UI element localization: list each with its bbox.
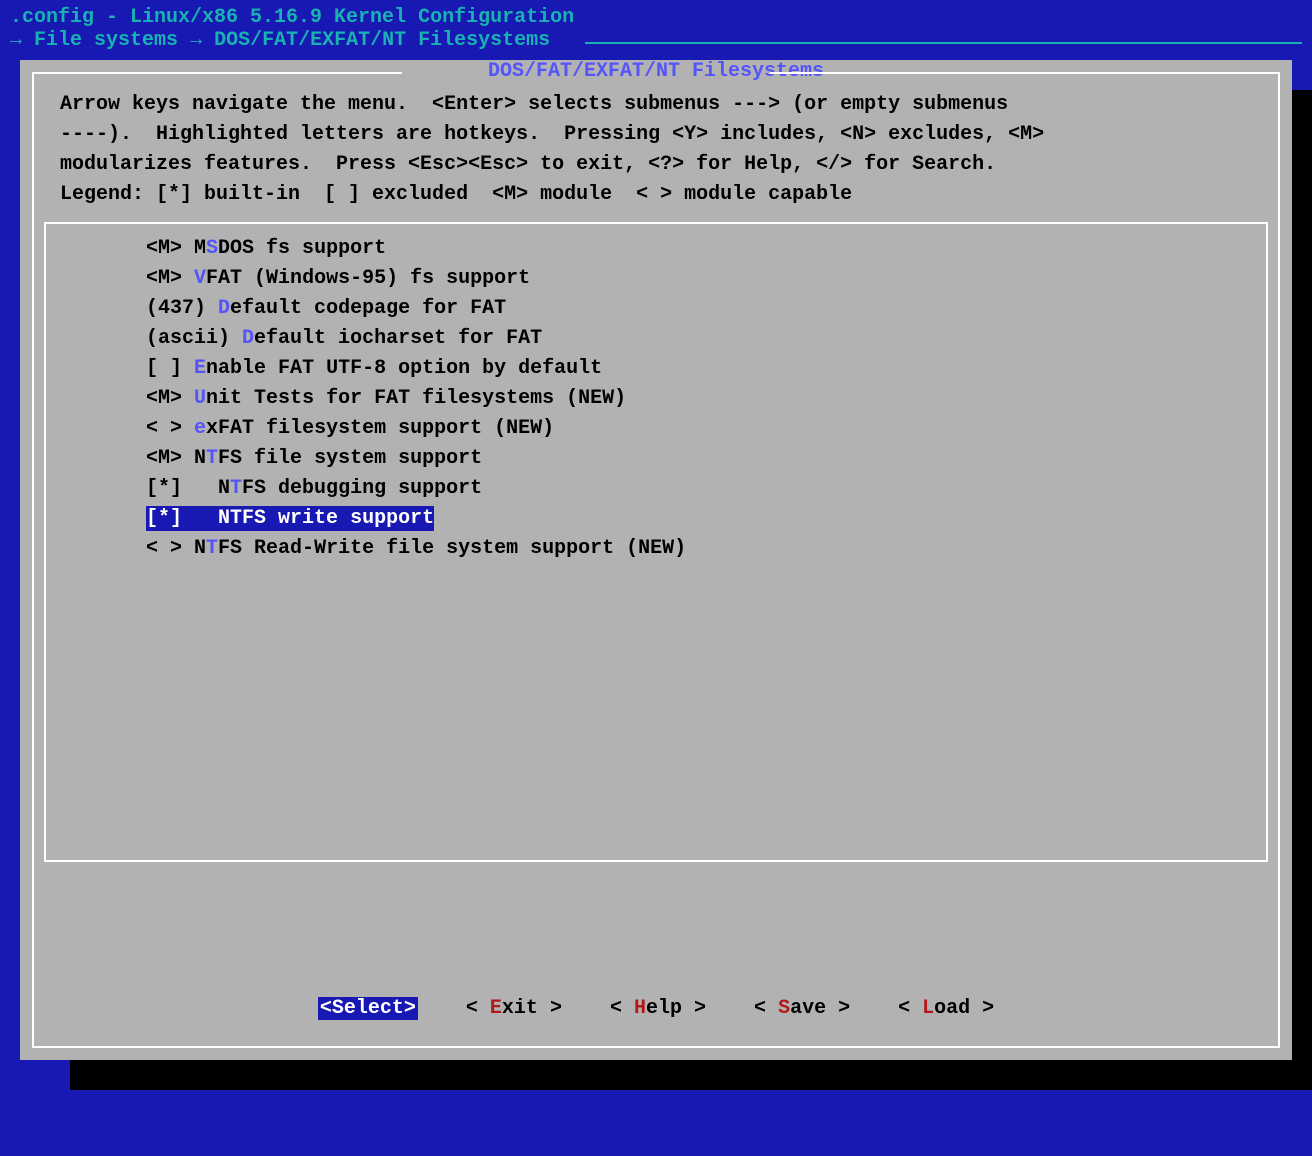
menu-item-unit-tests[interactable]: <M> Unit Tests for FAT filesystems (NEW) [46, 384, 1266, 414]
breadcrumb-divider [585, 42, 1302, 44]
panel-border [770, 72, 1280, 74]
exit-button[interactable]: < Exit > [466, 997, 562, 1020]
load-button[interactable]: < Load > [898, 997, 994, 1020]
menu-item-exfat[interactable]: < > exFAT filesystem support (NEW) [46, 414, 1266, 444]
breadcrumb-item: File systems [34, 29, 178, 52]
button-bar: <Select> < Exit > < Help > < Save > < Lo… [20, 997, 1292, 1020]
menu-item-default-iocharset[interactable]: (ascii) Default iocharset for FAT [46, 324, 1266, 354]
menu-item-ntfs-rw-new[interactable]: < > NTFS Read-Write file system support … [46, 534, 1266, 564]
help-button[interactable]: < Help > [610, 997, 706, 1020]
save-button[interactable]: < Save > [754, 997, 850, 1020]
panel-border [32, 72, 34, 1048]
menu-item-msdos[interactable]: <M> MSDOS fs support [46, 234, 1266, 264]
menu-item-fat-utf8[interactable]: [ ] Enable FAT UTF-8 option by default [46, 354, 1266, 384]
menu-item-vfat[interactable]: <M> VFAT (Windows-95) fs support [46, 264, 1266, 294]
panel-border [1278, 72, 1280, 1048]
help-text: Arrow keys navigate the menu. <Enter> se… [20, 84, 1292, 222]
breadcrumb-arrow-icon: → [190, 29, 202, 52]
select-button[interactable]: <Select> [318, 997, 418, 1020]
menu-list: <M> MSDOS fs support <M> VFAT (Windows-9… [44, 222, 1268, 862]
menu-item-ntfs-write[interactable]: [*] NTFS write support [46, 504, 1266, 534]
window-title: .config - Linux/x86 5.16.9 Kernel Config… [0, 0, 1312, 29]
menu-item-default-codepage[interactable]: (437) Default codepage for FAT [46, 294, 1266, 324]
main-panel: DOS/FAT/EXFAT/NT Filesystems Arrow keys … [20, 60, 1292, 1060]
panel-border [32, 1046, 1280, 1048]
panel-shadow [1292, 90, 1312, 1090]
breadcrumb-arrow-icon: → [10, 29, 22, 52]
menu-item-ntfs-debug[interactable]: [*] NTFS debugging support [46, 474, 1266, 504]
panel-shadow [70, 1060, 1312, 1090]
menu-item-ntfs[interactable]: <M> NTFS file system support [46, 444, 1266, 474]
panel-title-row: DOS/FAT/EXFAT/NT Filesystems [20, 60, 1292, 84]
breadcrumb-item: DOS/FAT/EXFAT/NT Filesystems [214, 29, 550, 52]
breadcrumb: → File systems → DOS/FAT/EXFAT/NT Filesy… [0, 29, 1312, 52]
